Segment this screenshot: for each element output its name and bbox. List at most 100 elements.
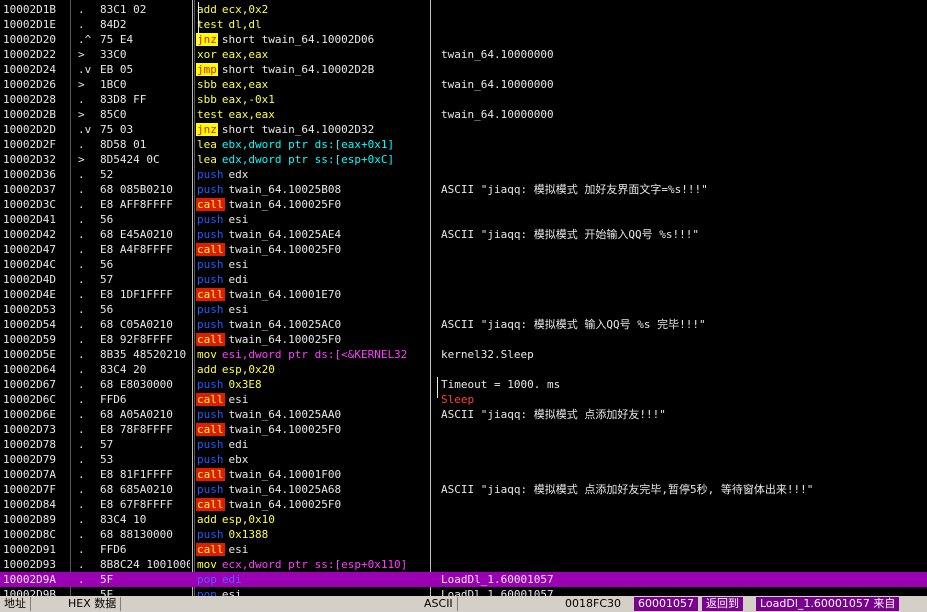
disassembly-row[interactable]: 10002D1E. 84D2 test dl,dl	[0, 17, 927, 32]
instruction-address: 10002D22	[3, 48, 56, 61]
comment	[441, 302, 927, 317]
disassembly-row[interactable]: 10002D6E. 68 A05A0210 push twain_64.10025AA…	[0, 407, 927, 422]
operands: twain_64.100025F0	[228, 198, 342, 211]
instruction-address: 10002D93	[3, 558, 56, 571]
instruction-address: 10002D1B	[3, 3, 56, 16]
disassembly-row[interactable]: 10002D89. 83C4 10 add esp,0x10	[0, 512, 927, 527]
disassembly-row[interactable]: 10002D47. E8 A4F8FFFF call twain_64.100025F…	[0, 242, 927, 257]
disassembly-row[interactable]: 10002D78. 57 push edi	[0, 437, 927, 452]
disassembly-row[interactable]: 10002D37. 68 085B0210 push twain_64.10025B0…	[0, 182, 927, 197]
disassembly-row[interactable]: 10002D53. 56 push esi	[0, 302, 927, 317]
disassembly-row[interactable]: 10002D4D. 57 push edi	[0, 272, 927, 287]
disassembly-row[interactable]: 10002D64. 83C4 20 add esp,0x20	[0, 362, 927, 377]
disassembly-row[interactable]: 10002D6C. FFD6 call esi Sleep	[0, 392, 927, 407]
disassembly-row[interactable]: 10002D42. 68 E45A0210 push twain_64.10025AE…	[0, 227, 927, 242]
disassembly-row[interactable]: 10002D5E. 8B35 48520210 mov esi,dword ptr d…	[0, 347, 927, 362]
mnemonic: push	[197, 438, 224, 451]
mnemonic: call	[196, 543, 225, 556]
disassembly-row[interactable]: 10002D7A. E8 81F1FFFF call twain_64.10001F0…	[0, 467, 927, 482]
dump-header-bar: 地址 HEX 数据 ASCII 0018FC30 60001057 返回到 Lo…	[0, 596, 927, 612]
stack-return-target: LoadDl_1.60001057 来自	[756, 597, 900, 611]
hex-bytes: 8D5424 0C	[100, 153, 160, 166]
disassembly-text: push esi	[196, 212, 430, 227]
disassembly-text: xor eax,eax	[196, 47, 430, 62]
mnemonic: push	[197, 483, 224, 496]
operands: twain_64.10025AC0	[228, 318, 342, 331]
instruction-address: 10002D67	[3, 378, 56, 391]
stack-value[interactable]: 60001057	[634, 597, 698, 611]
dump-hex-column-label[interactable]: HEX 数据	[64, 597, 122, 611]
disassembly-row[interactable]: 10002D84. E8 67F8FFFF call twain_64.100025F…	[0, 497, 927, 512]
comment	[441, 257, 927, 272]
mnemonic: xor	[197, 48, 217, 61]
disassembly-text: call twain_64.100025F0	[196, 422, 430, 437]
comment: Timeout = 1000. ms	[441, 378, 561, 391]
instruction-address: 10002D1E	[3, 18, 56, 31]
disassembly-row[interactable]: 10002D4C. 56 push esi	[0, 257, 927, 272]
disassembly-text: pop edi	[196, 572, 430, 587]
dump-addr-column-label[interactable]: 地址	[0, 597, 31, 611]
mnemonic: push	[197, 453, 224, 466]
disassembly-row[interactable]: 10002D2F. 8D58 01 lea ebx,dword ptr ds:[eax…	[0, 137, 927, 152]
comment: Sleep	[441, 393, 475, 406]
disassembly-text: push twain_64.10025A68	[196, 482, 430, 497]
instruction-address: 10002D2B	[3, 108, 56, 121]
disassembly-row[interactable]: 10002D41. 56 push esi	[0, 212, 927, 227]
disassembly-row[interactable]: 10002D36. 52 push edx	[0, 167, 927, 182]
operands: edi	[221, 573, 242, 586]
instruction-address: 10002D32	[3, 153, 56, 166]
disassembly-row[interactable]: 10002D1B. 83C1 02 add ecx,0x2	[0, 2, 927, 17]
comment	[441, 452, 927, 467]
hex-bytes: 1BC0	[100, 78, 127, 91]
disassembly-row[interactable]: 10002D32 >8D5424 0C lea edx,dword ptr ss:[e…	[0, 152, 927, 167]
disassembly-row[interactable]: 10002D2D .v 75 03 jnz short twain_64.10002D3…	[0, 122, 927, 137]
flow-marker: .	[78, 138, 85, 151]
disassembly-row[interactable]: 10002D67. 68 E8030000 push 0x3E8 Timeout = 1…	[0, 377, 927, 392]
disassembly-row[interactable]: 10002D93. 8B8C24 10010000 mov ecx,dword ptr…	[0, 557, 927, 572]
disassembly-row[interactable]: 10002D91. FFD6 call esi	[0, 542, 927, 557]
disassembly-row[interactable]: 10002D59. E8 92F8FFFF call twain_64.100025F…	[0, 332, 927, 347]
disassembly-row[interactable]: 10002D9A. 5F pop edi LoadDl_1.60001057	[0, 572, 927, 587]
mnemonic: mov	[197, 348, 217, 361]
cpu-disassembly-pane[interactable]: 10002D1B. 83C1 02 add ecx,0x2 10002D1E. 84D2 t…	[0, 0, 927, 601]
disassembly-row[interactable]: 10002D26 >1BC0 sbb eax,eax twain_64.10000000	[0, 77, 927, 92]
disassembly-row[interactable]: 10002D28. 83D8 FF sbb eax,-0x1	[0, 92, 927, 107]
mnemonic: sbb	[197, 93, 217, 106]
dump-ascii-column-label[interactable]: ASCII	[420, 597, 458, 611]
operands: esi,dword ptr ds:[<&KERNEL32	[221, 348, 408, 361]
flow-marker: >	[78, 153, 85, 166]
comment: twain_64.10000000	[441, 78, 554, 91]
mnemonic: push	[197, 183, 224, 196]
hex-bytes: 8B8C24 10010000	[100, 558, 190, 571]
hex-bytes: E8 81F1FFFF	[100, 468, 173, 481]
disassembly-row[interactable]: 10002D24 .v EB 05 jmp short twain_64.10002D2…	[0, 62, 927, 77]
instruction-address: 10002D2D	[3, 123, 56, 136]
mnemonic: call	[196, 333, 225, 346]
flow-marker: .	[78, 168, 85, 181]
hex-bytes: 83C4 20	[100, 363, 147, 376]
disassembly-row[interactable]: 10002D22 >33C0 xor eax,eax twain_64.10000000	[0, 47, 927, 62]
hex-bytes: E8 1DF1FFFF	[100, 288, 173, 301]
flow-marker: .	[78, 393, 85, 406]
flow-marker: .	[78, 483, 85, 496]
disassembly-text: push 0x1388	[196, 527, 430, 542]
disassembly-row[interactable]: 10002D3C. E8 AFF8FFFF call twain_64.100025F…	[0, 197, 927, 212]
disassembly-row[interactable]: 10002D79. 53 push ebx	[0, 452, 927, 467]
disassembly-row[interactable]: 10002D54. 68 C05A0210 push twain_64.10025AC…	[0, 317, 927, 332]
disassembly-row[interactable]: 10002D73. E8 78F8FFFF call twain_64.100025F…	[0, 422, 927, 437]
disassembly-row[interactable]: 10002D4E. E8 1DF1FFFF call twain_64.10001E7…	[0, 287, 927, 302]
disassembly-row[interactable]: 10002D20 .^ 75 E4 jnz short twain_64.10002D0…	[0, 32, 927, 47]
comment	[441, 272, 927, 287]
instruction-address: 10002D24	[3, 63, 56, 76]
instruction-address: 10002D28	[3, 93, 56, 106]
hex-bytes: 68 085B0210	[100, 183, 173, 196]
flow-marker: .	[78, 258, 85, 271]
stack-address[interactable]: 0018FC30	[565, 597, 621, 611]
disassembly-row[interactable]: 10002D2B >85C0 test eax,eax twain_64.1000000…	[0, 107, 927, 122]
disassembly-row[interactable]: 10002D8C. 68 88130000 push 0x1388	[0, 527, 927, 542]
disassembly-row[interactable]: 10002D7F. 68 685A0210 push twain_64.10025A6…	[0, 482, 927, 497]
hex-bytes: 68 E8030000	[100, 378, 173, 391]
comment	[441, 197, 927, 212]
mnemonic: sbb	[197, 78, 217, 91]
flow-marker: .	[78, 18, 85, 31]
